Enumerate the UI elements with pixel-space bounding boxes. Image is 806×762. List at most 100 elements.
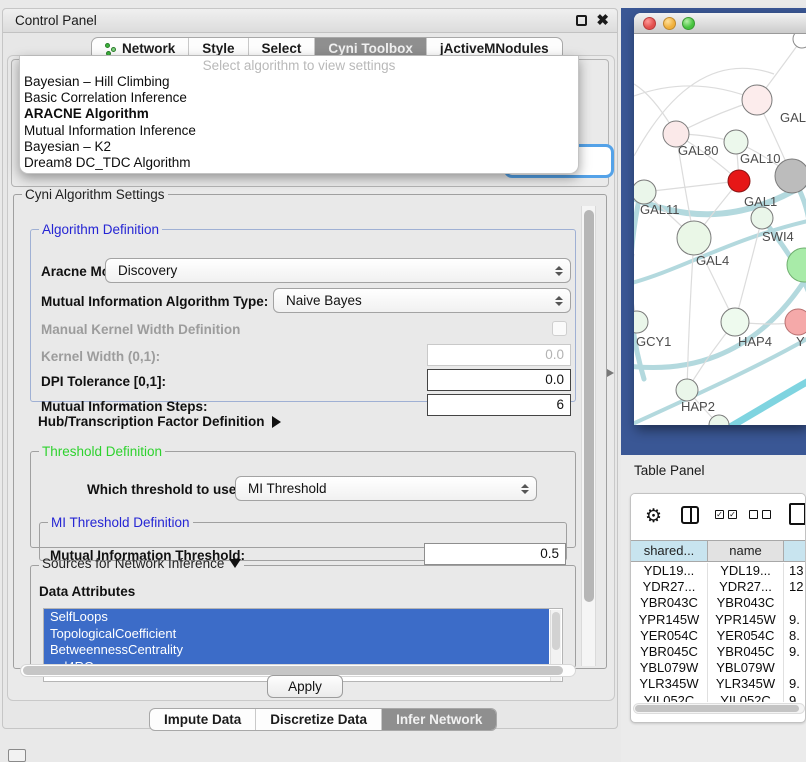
manual-kernel-label: Manual Kernel Width Definition (41, 322, 240, 337)
attribute-item-selected[interactable]: TopologicalCoefficient (44, 626, 549, 643)
node-label-pink-right: Y (796, 334, 805, 349)
column-view-icon[interactable] (681, 506, 699, 524)
aracne-mode-select[interactable]: Discovery (105, 258, 571, 283)
node-label-gal10: GAL10 (740, 151, 780, 166)
node-label-gcy1: GCY1 (636, 334, 671, 349)
table-row[interactable]: YBR043CYBR043C (631, 595, 806, 611)
network-node-pink-right[interactable] (785, 309, 806, 335)
control-panel-titlebar: Control Panel ✖ (3, 9, 617, 33)
table-cell: 8. (784, 628, 806, 644)
algorithm-dropdown-list: Bayesian – Hill ClimbingBasic Correlatio… (20, 74, 578, 171)
network-node-gal1[interactable] (728, 170, 750, 192)
table-cell: YLR345W (631, 676, 708, 692)
deselect-all-icon[interactable] (749, 510, 771, 519)
apply-button[interactable]: Apply (267, 675, 343, 698)
network-node-top-partial[interactable] (793, 34, 806, 48)
network-node-gal4[interactable] (677, 221, 711, 255)
table-cell: 9. (784, 693, 806, 703)
dropdown-item[interactable]: Basic Correlation Inference (20, 90, 578, 106)
attribute-item-selected[interactable]: BetweennessCentrality (44, 642, 549, 659)
gear-icon[interactable]: ⚙ (645, 505, 662, 528)
algorithm-dropdown-popup: Select algorithm to view settings Bayesi… (19, 56, 579, 174)
table-cell: YER054C (708, 628, 784, 644)
table-row[interactable]: YDL19...YDL19...13 (631, 563, 806, 579)
which-threshold-select[interactable]: MI Threshold (235, 476, 537, 501)
dropdown-item[interactable]: Mutual Information Inference (20, 123, 578, 139)
node-label-gal4: GAL4 (696, 253, 729, 268)
network-node-hap2[interactable] (676, 379, 698, 401)
kernel-width-field[interactable]: 0.0 (427, 344, 571, 366)
table-cell: YBL079W (708, 660, 784, 676)
float-window-icon[interactable] (576, 15, 587, 26)
dropdown-item[interactable]: Bayesian – K2 (20, 139, 578, 155)
network-node-swi4[interactable] (751, 207, 773, 229)
window-minimize-button[interactable] (663, 17, 676, 30)
network-node-gal-pink[interactable] (742, 85, 772, 115)
tab-impute-data[interactable]: Impute Data (150, 709, 256, 730)
network-window-titlebar (634, 13, 806, 34)
table-cell: YPR145W (708, 612, 784, 628)
dropdown-item[interactable]: ARACNE Algorithm (20, 106, 578, 122)
window-zoom-button[interactable] (682, 17, 695, 30)
control-panel-title: Control Panel (15, 9, 97, 33)
table-row[interactable]: YPR145WYPR145W9. (631, 612, 806, 628)
manual-kernel-checkbox[interactable] (552, 321, 567, 336)
close-icon[interactable]: ✖ (596, 11, 609, 29)
dpi-tolerance-label: DPI Tolerance [0,1]: (41, 374, 166, 389)
table-cell: YIL052C (631, 693, 708, 703)
node-label-swi4: SWI4 (762, 229, 794, 244)
network-node-gcy1[interactable] (634, 311, 648, 333)
table-horizontal-scrollbar[interactable] (633, 703, 805, 714)
mi-type-label: Mutual Information Algorithm Type: (41, 294, 268, 309)
column-header[interactable]: A (784, 541, 806, 561)
tab-discretize-data[interactable]: Discretize Data (256, 709, 382, 730)
table-panel-title: Table Panel (634, 463, 705, 478)
network-node-hap4[interactable] (721, 308, 749, 336)
threshold-definition-legend: Threshold Definition (39, 444, 165, 459)
export-table-icon[interactable] (789, 503, 806, 525)
table-cell: 9. (784, 612, 806, 628)
threshold-definition-group: Threshold Definition Which threshold to … (30, 444, 576, 548)
tab-infer-network[interactable]: Infer Network (382, 709, 496, 730)
combo-arrows-icon (554, 263, 563, 279)
column-header[interactable]: name (708, 541, 784, 561)
column-header[interactable]: shared... (631, 541, 708, 561)
network-graph: GALGAL80GAL10GAL1GAL11SWI4GAL4GCY1HAP4YH… (634, 34, 806, 425)
data-attributes-label: Data Attributes (39, 584, 135, 599)
network-canvas[interactable]: GALGAL80GAL10GAL1GAL11SWI4GAL4GCY1HAP4YH… (634, 34, 806, 425)
table-rows: YDL19...YDL19...13YDR27...YDR27...12YBR0… (631, 563, 806, 702)
hub-definition-toggle[interactable]: Hub/Transcription Factor Definition (38, 414, 287, 429)
table-row[interactable]: YLR345WYLR345W9. (631, 676, 806, 692)
control-panel: Control Panel ✖ Network Style Select Cyn… (2, 8, 618, 729)
select-all-icon[interactable]: ✓✓ (715, 510, 737, 519)
table-row[interactable]: YBR045CYBR045C9. (631, 644, 806, 660)
mi-steps-field[interactable]: 6 (427, 394, 571, 416)
table-cell: 9. (784, 676, 806, 692)
settings-vertical-scrollbar[interactable] (581, 206, 596, 666)
network-node-bottom-green[interactable] (709, 415, 729, 425)
network-view-frame: GALGAL80GAL10GAL1GAL11SWI4GAL4GCY1HAP4YH… (621, 8, 806, 455)
window-close-button[interactable] (643, 17, 656, 30)
table-row[interactable]: YDR27...YDR27...12 (631, 579, 806, 595)
network-node-gal11[interactable] (634, 180, 656, 204)
table-cell: YDR27... (631, 579, 708, 595)
cyni-algorithm-settings-group: Cyni Algorithm Settings Algorithm Defini… (13, 187, 607, 669)
table-row[interactable]: YER054CYER054C8. (631, 628, 806, 644)
which-threshold-value: MI Threshold (248, 481, 327, 496)
combo-arrows-icon (554, 293, 563, 309)
dropdown-item[interactable]: Bayesian – Hill Climbing (20, 74, 578, 90)
dropdown-item[interactable]: Dream8 DC_TDC Algorithm (20, 155, 578, 171)
table-row[interactable]: YIL052CYIL052C9. (631, 693, 806, 703)
table-cell: YBR043C (708, 595, 784, 611)
attribute-item-selected[interactable]: SelfLoops (44, 609, 549, 626)
table-cell: YDR27... (708, 579, 784, 595)
node-label-gal11: GAL11 (640, 202, 680, 217)
dropdown-placeholder: Select algorithm to view settings (20, 58, 578, 74)
table-row[interactable]: YBL079WYBL079W (631, 660, 806, 676)
network-node-unlabeled-gray[interactable] (775, 159, 806, 193)
node-label-gal80: GAL80 (678, 143, 718, 158)
mi-type-select[interactable]: Naive Bayes (273, 288, 571, 313)
table-toolbar: ⚙ ✓✓ (631, 494, 805, 538)
taskbar-button[interactable] (8, 749, 26, 762)
dpi-tolerance-field[interactable]: 0.0 (427, 369, 571, 391)
